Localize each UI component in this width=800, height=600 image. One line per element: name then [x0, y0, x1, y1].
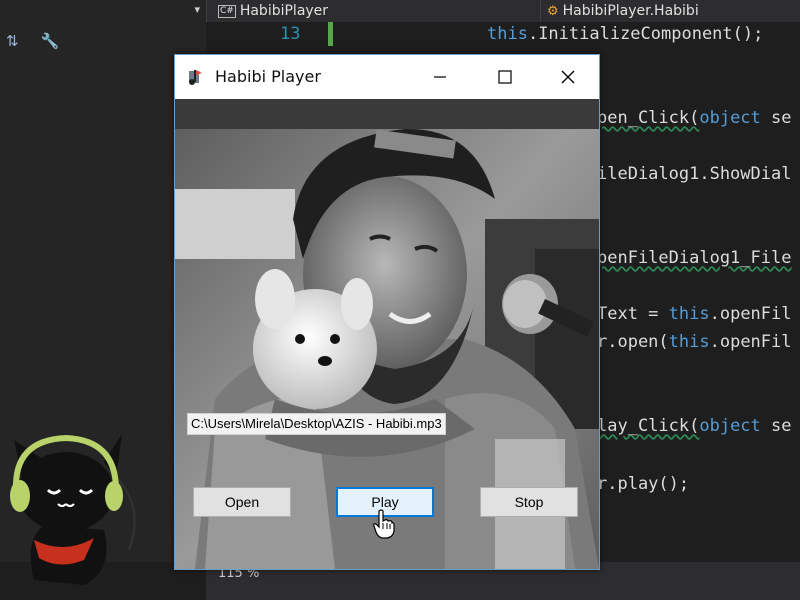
close-button[interactable] — [543, 55, 593, 99]
stop-button[interactable]: Stop — [480, 487, 578, 517]
cat-headphones-sticker — [4, 420, 154, 594]
line-number: 13 — [280, 24, 301, 44]
code-line[interactable]: penFileDialog1_File — [597, 248, 791, 268]
maximize-icon — [498, 70, 512, 84]
code-line[interactable]: lay_Click(object se — [597, 416, 792, 436]
code-line[interactable]: r.open(this.openFil — [597, 332, 792, 352]
sort-icon[interactable]: ⇅ — [6, 32, 19, 50]
maximize-button[interactable] — [480, 55, 530, 99]
habibi-player-window: Habibi Player C:\Users\Mirela\Desktop\AZ… — [174, 54, 600, 570]
music-app-icon — [187, 68, 205, 86]
code-line[interactable]: r.play(); — [597, 474, 689, 494]
file-tab-label: HabibiPlayer — [239, 3, 329, 19]
code-line[interactable]: this.InitializeComponent(); — [487, 24, 763, 44]
window-title: Habibi Player — [215, 67, 321, 86]
open-button[interactable]: Open — [193, 487, 291, 517]
class-icon: ⚙ — [547, 4, 559, 19]
change-indicator — [328, 22, 333, 46]
class-dropdown-label: HabibiPlayer.Habibi — [562, 3, 699, 19]
code-line[interactable]: Text = this.openFil — [597, 304, 792, 324]
ide-tab-bar: ▾ C# HabibiPlayer ⚙ HabibiPlayer.Habibi — [0, 0, 800, 22]
window-title-bar[interactable]: Habibi Player — [175, 55, 599, 99]
hand-cursor-icon — [373, 509, 395, 543]
class-dropdown[interactable]: ⚙ HabibiPlayer.Habibi — [540, 0, 800, 22]
solution-explorer-header[interactable]: ▾ — [0, 0, 207, 22]
code-line[interactable]: ileDialog1.ShowDial — [597, 164, 791, 184]
file-tab[interactable]: C# HabibiPlayer — [218, 0, 328, 22]
player-client-area: C:\Users\Mirela\Desktop\AZIS - Habibi.mp… — [175, 99, 599, 569]
panel-toolbar: ⇅ 🔧 — [6, 32, 81, 50]
code-line[interactable]: pen_Click(object se — [597, 108, 792, 128]
chevron-down-icon[interactable]: ▾ — [194, 3, 200, 16]
minimize-button[interactable] — [415, 55, 465, 99]
csharp-file-icon: C# — [218, 4, 236, 18]
wrench-icon[interactable]: 🔧 — [41, 32, 60, 50]
minimize-icon — [434, 76, 446, 78]
close-icon — [561, 70, 575, 84]
file-path-label: C:\Users\Mirela\Desktop\AZIS - Habibi.mp… — [187, 413, 446, 435]
